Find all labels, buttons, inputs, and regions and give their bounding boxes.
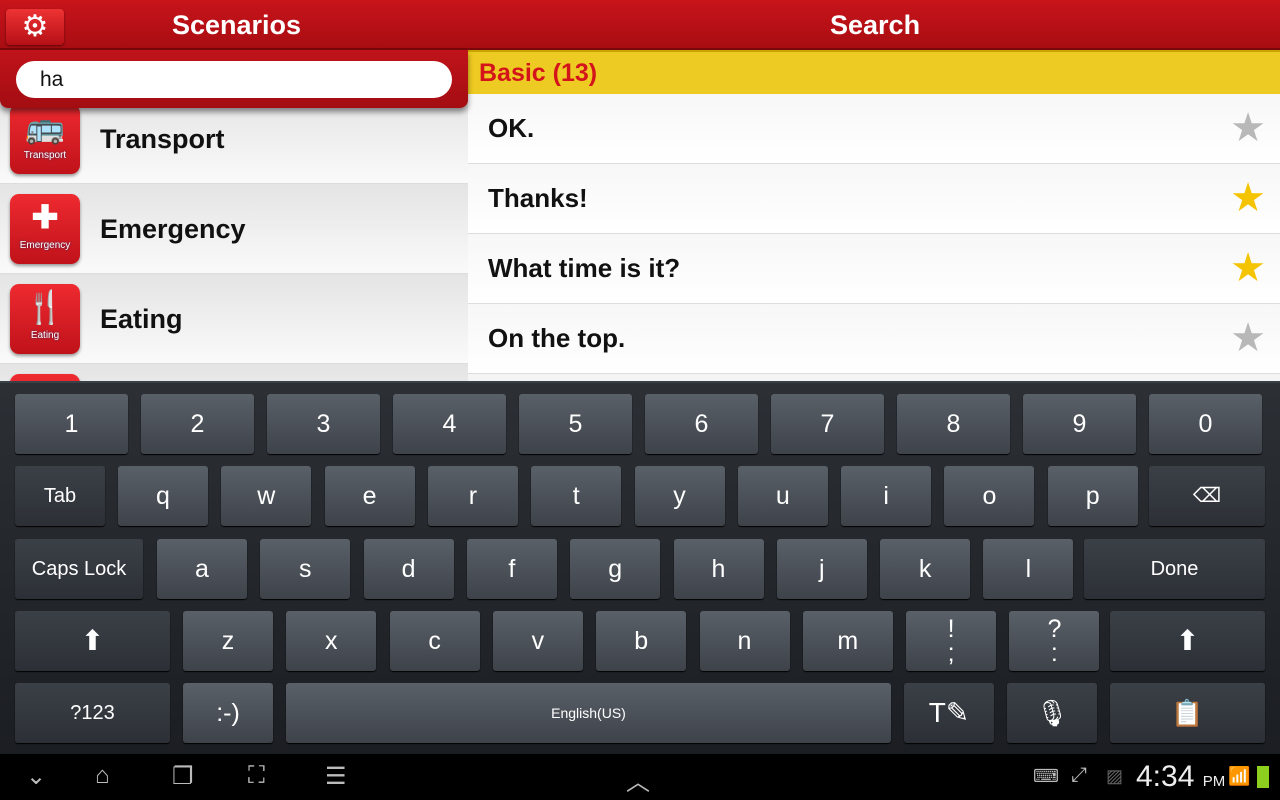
key-t[interactable]: t bbox=[531, 466, 622, 526]
key-q[interactable]: q bbox=[118, 466, 208, 526]
key-a[interactable]: a bbox=[157, 539, 247, 599]
key-r[interactable]: r bbox=[427, 466, 518, 526]
category-icon bbox=[10, 374, 80, 381]
key-m[interactable]: m bbox=[802, 611, 893, 671]
phrase-row[interactable]: On the top. ★ bbox=[468, 304, 1280, 374]
key-k[interactable]: k bbox=[880, 539, 971, 599]
bus-icon: 🚌 Transport bbox=[10, 104, 80, 174]
key-![interactable]: ! ; bbox=[906, 611, 997, 671]
phrase-text: What time is it? bbox=[488, 253, 681, 283]
clock: 4:34 PM bbox=[1136, 760, 1226, 793]
key-u[interactable]: u bbox=[737, 466, 828, 526]
home-icon[interactable]: ⌂ bbox=[95, 762, 110, 790]
system-nav-bar: ⌄ ⌂ ❐ ⛶ ☰ ︿ ⌨ ⤢ ▨ 4:34 PM 📶 bbox=[0, 754, 1280, 800]
caps-lock-key[interactable]: Caps Lock bbox=[15, 539, 143, 599]
key-3[interactable]: 3 bbox=[267, 394, 380, 454]
tab-key[interactable]: Tab bbox=[15, 466, 105, 526]
hide-keyboard-icon[interactable]: ⌄ bbox=[26, 762, 46, 791]
key-x[interactable]: x bbox=[286, 611, 377, 671]
key-i[interactable]: i bbox=[841, 466, 932, 526]
section-header: Basic (13) bbox=[468, 50, 1280, 94]
phrase-text: OK. bbox=[488, 113, 535, 143]
search-input[interactable] bbox=[16, 61, 452, 98]
phrase-text: On the top. bbox=[488, 323, 626, 353]
key-2[interactable]: 2 bbox=[141, 394, 254, 454]
phrase-row[interactable]: Thanks! ★ bbox=[468, 164, 1280, 234]
key-v[interactable]: v bbox=[492, 611, 583, 671]
key-j[interactable]: j bbox=[776, 539, 867, 599]
search-panel bbox=[0, 50, 468, 108]
shift-left-key[interactable]: ⬆ bbox=[15, 611, 170, 671]
phrase-row[interactable]: What time is it? ★ bbox=[468, 234, 1280, 304]
on-screen-keyboard: 1 2 3 4 5 6 7 8 9 0 Tab q w e r t y u i o p ⌫ Caps Lock a s d f g h j… bbox=[0, 381, 1280, 754]
fullscreen-icon: ⤢ bbox=[1071, 764, 1087, 786]
fork-plate-icon: 🍴 Eating bbox=[10, 284, 80, 354]
key-w[interactable]: w bbox=[221, 466, 312, 526]
space-bar[interactable]: English(US) bbox=[286, 683, 891, 743]
key-1[interactable]: 1 bbox=[15, 394, 128, 454]
key-d[interactable]: d bbox=[363, 539, 454, 599]
settings-gear-icon[interactable]: ⚙ bbox=[6, 9, 64, 45]
key-p[interactable]: p bbox=[1047, 466, 1138, 526]
key-y[interactable]: y bbox=[634, 466, 725, 526]
key-h[interactable]: h bbox=[673, 539, 764, 599]
key-7[interactable]: 7 bbox=[771, 394, 884, 454]
phrase-text: Thanks! bbox=[488, 183, 588, 213]
category-label: Eating bbox=[100, 304, 183, 334]
favorite-star-icon[interactable]: ★ bbox=[1230, 246, 1266, 290]
scenarios-title: Scenarios bbox=[172, 10, 302, 40]
key-g[interactable]: g bbox=[570, 539, 661, 599]
first-aid-icon: ✚ Emergency bbox=[10, 194, 80, 264]
microphone-icon[interactable]: 🎙 bbox=[1007, 683, 1097, 743]
gallery-icon: ▨ bbox=[1106, 766, 1124, 786]
keyboard-status-icon: ⌨ bbox=[1033, 766, 1059, 786]
key-0[interactable]: 0 bbox=[1149, 394, 1262, 454]
recent-apps-icon[interactable]: ❐ bbox=[172, 762, 194, 791]
key-e[interactable]: e bbox=[324, 466, 415, 526]
key-5[interactable]: 5 bbox=[519, 394, 632, 454]
key-b[interactable]: b bbox=[596, 611, 687, 671]
key-8[interactable]: 8 bbox=[897, 394, 1010, 454]
phrase-row[interactable]: OK. ★ bbox=[468, 94, 1280, 164]
key-9[interactable]: 9 bbox=[1023, 394, 1136, 454]
favorite-star-icon[interactable]: ★ bbox=[1230, 316, 1266, 360]
category-emergency[interactable]: ✚ Emergency Emergency bbox=[0, 184, 468, 274]
key-n[interactable]: n bbox=[699, 611, 790, 671]
key-o[interactable]: o bbox=[944, 466, 1035, 526]
backspace-key[interactable]: ⌫ bbox=[1149, 466, 1265, 526]
category-label: Emergency bbox=[100, 214, 246, 244]
menu-icon[interactable]: ☰ bbox=[325, 762, 347, 791]
expand-up-icon[interactable]: ︿ bbox=[626, 762, 650, 797]
key-f[interactable]: f bbox=[466, 539, 557, 599]
category-partial[interactable] bbox=[0, 364, 468, 381]
search-title: Search bbox=[830, 10, 921, 40]
screenshot-icon[interactable]: ⛶ bbox=[248, 762, 265, 790]
key-?[interactable]: ? : bbox=[1009, 611, 1100, 671]
favorite-star-icon[interactable]: ★ bbox=[1230, 176, 1266, 220]
symbols-key[interactable]: ?123 bbox=[15, 683, 170, 743]
key-c[interactable]: c bbox=[389, 611, 480, 671]
handwriting-pen-icon[interactable]: T✎ bbox=[904, 683, 994, 743]
key-l[interactable]: l bbox=[983, 539, 1074, 599]
key-6[interactable]: 6 bbox=[645, 394, 758, 454]
app-header: ⚙ Scenarios Search bbox=[0, 0, 1280, 50]
battery-icon bbox=[1257, 766, 1269, 788]
smiley-key[interactable]: :-) bbox=[183, 683, 273, 743]
favorite-star-icon[interactable]: ★ bbox=[1230, 106, 1266, 150]
done-key[interactable]: Done bbox=[1084, 539, 1265, 599]
results-panel: Basic (13) OK. ★ Thanks! ★ What time is it? ★… bbox=[468, 50, 1280, 381]
category-eating[interactable]: 🍴 Eating Eating bbox=[0, 274, 468, 364]
key-4[interactable]: 4 bbox=[393, 394, 506, 454]
wifi-icon: 📶 bbox=[1228, 766, 1251, 786]
key-s[interactable]: s bbox=[260, 539, 351, 599]
shift-right-key[interactable]: ⬆ bbox=[1110, 611, 1265, 671]
clipboard-icon[interactable]: 📋 bbox=[1110, 683, 1265, 743]
key-z[interactable]: z bbox=[183, 611, 273, 671]
